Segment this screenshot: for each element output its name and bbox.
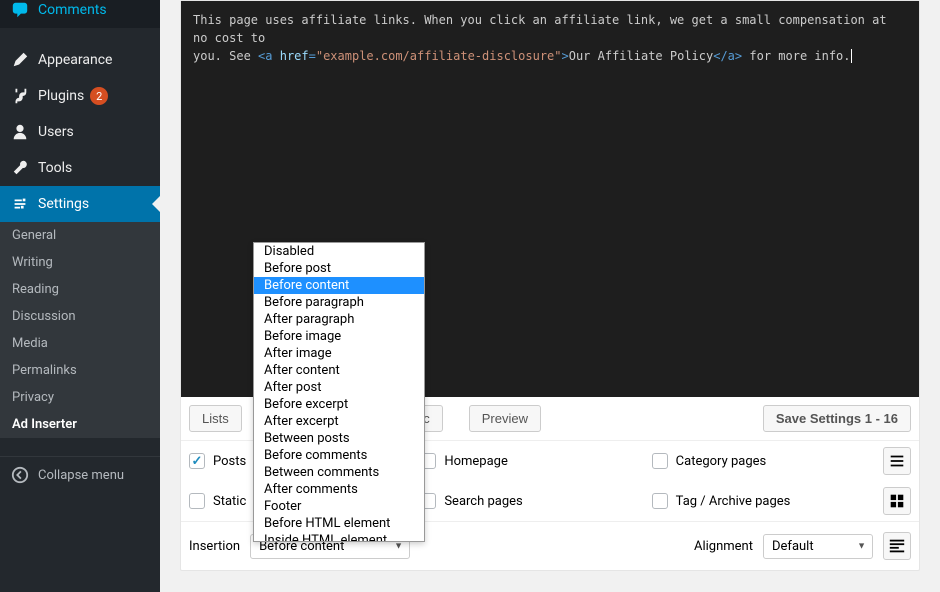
sidebar-item-settings[interactable]: Settings <box>0 186 160 222</box>
users-icon <box>10 122 30 142</box>
plugins-icon <box>10 86 30 106</box>
submenu-reading[interactable]: Reading <box>0 276 160 303</box>
sidebar-item-comments[interactable]: Comments <box>0 0 160 28</box>
dropdown-item[interactable]: Between posts <box>254 430 424 447</box>
lists-button[interactable]: Lists <box>189 405 242 432</box>
settings-submenu: General Writing Reading Discussion Media… <box>0 222 160 438</box>
search-label: Search pages <box>444 494 522 509</box>
sidebar-label: Comments <box>38 2 107 18</box>
dropdown-item[interactable]: Inside HTML element <box>254 532 424 542</box>
sidebar-label: Users <box>38 124 74 140</box>
admin-sidebar: Comments Appearance Plugins 2 Users Tool… <box>0 0 160 592</box>
sidebar-item-appearance[interactable]: Appearance <box>0 42 160 78</box>
static-checkbox[interactable] <box>189 493 205 509</box>
category-label: Category pages <box>676 454 767 469</box>
posts-checkbox[interactable] <box>189 453 205 469</box>
submenu-writing[interactable]: Writing <box>0 249 160 276</box>
submenu-discussion[interactable]: Discussion <box>0 303 160 330</box>
category-checkbox[interactable] <box>652 453 668 469</box>
collapse-menu[interactable]: Collapse menu <box>0 456 160 493</box>
sidebar-item-plugins[interactable]: Plugins 2 <box>0 78 160 114</box>
dropdown-item[interactable]: After content <box>254 362 424 379</box>
submenu-permalinks[interactable]: Permalinks <box>0 357 160 384</box>
homepage-label: Homepage <box>444 454 508 469</box>
tag-label: Tag / Archive pages <box>676 494 791 509</box>
posts-label: Posts <box>213 454 246 469</box>
insertion-label: Insertion <box>189 539 240 554</box>
sidebar-item-users[interactable]: Users <box>0 114 160 150</box>
submenu-media[interactable]: Media <box>0 330 160 357</box>
tools-icon <box>10 158 30 178</box>
dropdown-item[interactable]: Before post <box>254 260 424 277</box>
comments-icon <box>10 0 30 20</box>
appearance-icon <box>10 50 30 70</box>
sidebar-label: Tools <box>38 160 72 176</box>
plugin-update-badge: 2 <box>90 87 108 105</box>
dropdown-item[interactable]: After image <box>254 345 424 362</box>
submenu-ad-inserter[interactable]: Ad Inserter <box>0 411 160 438</box>
dropdown-item[interactable]: Before content <box>254 277 424 294</box>
list-view-icon[interactable] <box>883 447 911 475</box>
dropdown-item[interactable]: Between comments <box>254 464 424 481</box>
sidebar-label: Plugins <box>38 88 84 104</box>
dropdown-item[interactable]: After excerpt <box>254 413 424 430</box>
submenu-general[interactable]: General <box>0 222 160 249</box>
static-label: Static <box>213 494 246 509</box>
submenu-privacy[interactable]: Privacy <box>0 384 160 411</box>
collapse-icon <box>10 465 30 485</box>
dropdown-item[interactable]: Before excerpt <box>254 396 424 413</box>
alignment-preview-icon[interactable] <box>883 532 911 560</box>
grid-view-icon[interactable] <box>883 487 911 515</box>
insertion-dropdown[interactable]: DisabledBefore postBefore contentBefore … <box>253 242 425 542</box>
dropdown-item[interactable]: Footer <box>254 498 424 515</box>
save-settings-button[interactable]: Save Settings 1 - 16 <box>763 405 911 432</box>
dropdown-item[interactable]: After post <box>254 379 424 396</box>
dropdown-item[interactable]: Disabled <box>254 243 424 260</box>
tag-checkbox[interactable] <box>652 493 668 509</box>
dropdown-item[interactable]: Before comments <box>254 447 424 464</box>
sidebar-label: Appearance <box>38 52 112 68</box>
dropdown-item[interactable]: Before image <box>254 328 424 345</box>
dropdown-item[interactable]: After paragraph <box>254 311 424 328</box>
sidebar-label: Settings <box>38 196 89 212</box>
alignment-label: Alignment <box>694 539 753 554</box>
collapse-label: Collapse menu <box>38 468 124 483</box>
dropdown-item[interactable]: Before HTML element <box>254 515 424 532</box>
dropdown-item[interactable]: After comments <box>254 481 424 498</box>
alignment-select[interactable]: Default <box>763 534 873 559</box>
dropdown-item[interactable]: Before paragraph <box>254 294 424 311</box>
sidebar-item-tools[interactable]: Tools <box>0 150 160 186</box>
preview-button[interactable]: Preview <box>469 405 541 432</box>
settings-icon <box>10 194 30 214</box>
